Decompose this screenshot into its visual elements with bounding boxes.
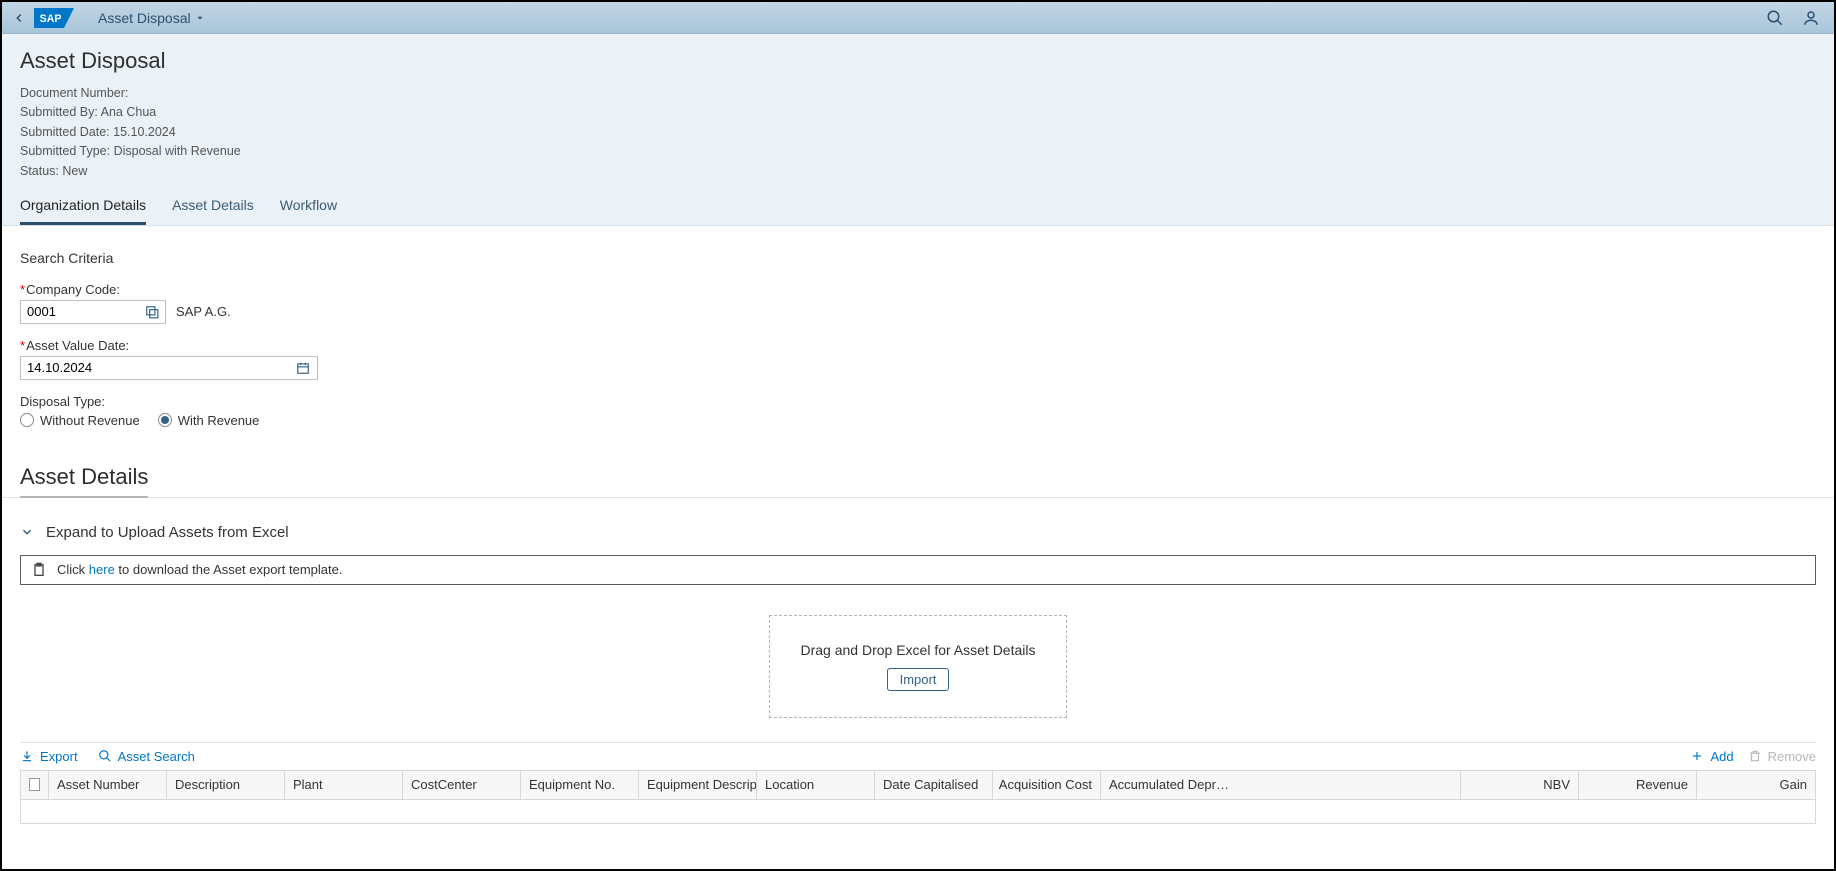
- tab-strip: Organization Details Asset Details Workf…: [20, 191, 1816, 225]
- col-asset-number[interactable]: Asset Number: [49, 771, 167, 799]
- select-all-cell[interactable]: [21, 771, 49, 799]
- col-equipment-desc[interactable]: Equipment Descript…: [639, 771, 757, 799]
- company-code-input-wrap[interactable]: [20, 300, 166, 324]
- table-toolbar: Export Asset Search Add Remove: [20, 742, 1816, 770]
- radio-dot-icon: [20, 413, 34, 427]
- col-cost-center[interactable]: CostCenter: [403, 771, 521, 799]
- asset-search-button[interactable]: Asset Search: [98, 749, 195, 764]
- company-code-desc: SAP A.G.: [176, 304, 231, 319]
- meta-submitted-by: Submitted By: Ana Chua: [20, 103, 1816, 122]
- radio-dot-icon: [158, 413, 172, 427]
- import-button[interactable]: Import: [887, 668, 950, 691]
- user-icon-button[interactable]: [1802, 9, 1820, 27]
- expand-upload-label: Expand to Upload Assets from Excel: [46, 524, 289, 541]
- asset-value-date-input-wrap[interactable]: [20, 356, 318, 380]
- plus-icon: [1690, 749, 1704, 763]
- export-button[interactable]: Export: [20, 749, 78, 764]
- search-icon: [1766, 9, 1784, 27]
- meta-submitted-type: Submitted Type: Disposal with Revenue: [20, 142, 1816, 161]
- meta-lines: Document Number: Submitted By: Ana Chua …: [20, 84, 1816, 181]
- search-icon-button[interactable]: [1766, 9, 1784, 27]
- col-nbv[interactable]: NBV: [1461, 771, 1579, 799]
- col-location[interactable]: Location: [757, 771, 875, 799]
- asset-value-date-label: *Asset Value Date:: [20, 338, 1816, 353]
- select-all-checkbox[interactable]: [29, 778, 40, 791]
- shell-left-group: SAP Asset Disposal: [8, 2, 205, 33]
- radio-with-revenue[interactable]: With Revenue: [158, 413, 260, 428]
- excel-drop-zone[interactable]: Drag and Drop Excel for Asset Details Im…: [769, 615, 1067, 718]
- shell-right-group: [1766, 9, 1828, 27]
- back-button[interactable]: [8, 7, 30, 29]
- disposal-type-radios: Without Revenue With Revenue: [20, 413, 1816, 428]
- sap-logo[interactable]: SAP: [34, 8, 74, 28]
- info-text: Click here to download the Asset export …: [57, 562, 342, 577]
- company-code-input[interactable]: [27, 304, 145, 319]
- tab-asset-details[interactable]: Asset Details: [172, 191, 254, 225]
- shell-title-dropdown[interactable]: Asset Disposal: [98, 10, 205, 26]
- add-row-button[interactable]: Add: [1690, 749, 1733, 764]
- table-header: Asset Number Description Plant CostCente…: [20, 770, 1816, 800]
- disposal-type-group: Disposal Type: Without Revenue With Reve…: [20, 394, 1816, 428]
- asset-details-heading: Asset Details: [20, 464, 148, 498]
- company-code-label: *Company Code:: [20, 282, 1816, 297]
- shell-header: SAP Asset Disposal: [2, 2, 1834, 34]
- col-accumulated-depr[interactable]: Accumulated Depr…: [1101, 771, 1461, 799]
- chevron-left-icon: [12, 11, 26, 25]
- caret-down-icon: [195, 13, 205, 23]
- calendar-icon[interactable]: [296, 360, 311, 376]
- col-description[interactable]: Description: [167, 771, 285, 799]
- svg-text:SAP: SAP: [40, 12, 62, 24]
- value-help-icon[interactable]: [145, 304, 159, 320]
- remove-row-button[interactable]: Remove: [1748, 749, 1816, 764]
- meta-submitted-date: Submitted Date: 15.10.2024: [20, 123, 1816, 142]
- col-equipment-no[interactable]: Equipment No.: [521, 771, 639, 799]
- col-date-capitalised[interactable]: Date Capitalised: [875, 771, 993, 799]
- drop-zone-wrap: Drag and Drop Excel for Asset Details Im…: [20, 615, 1816, 718]
- col-gain[interactable]: Gain: [1697, 771, 1815, 799]
- tab-organization-details[interactable]: Organization Details: [20, 191, 146, 225]
- download-template-link[interactable]: here: [89, 562, 115, 577]
- asset-details-heading-wrap: Asset Details: [20, 442, 1816, 498]
- table-body-empty: [20, 800, 1816, 824]
- drop-zone-text: Drag and Drop Excel for Asset Details: [801, 642, 1036, 658]
- chevron-down-icon: [20, 525, 34, 539]
- asset-value-date-input[interactable]: [27, 360, 296, 375]
- trash-icon: [1748, 749, 1762, 763]
- download-template-info: Click here to download the Asset export …: [20, 555, 1816, 585]
- page-subheader: Asset Disposal Document Number: Submitte…: [2, 34, 1834, 225]
- asset-details-separator: [2, 497, 1834, 498]
- meta-status: Status: New: [20, 162, 1816, 181]
- meta-doc-number: Document Number:: [20, 84, 1816, 103]
- search-icon: [98, 749, 112, 763]
- col-acquisition-cost[interactable]: Acquisition Cost: [993, 771, 1101, 799]
- expand-upload-panel[interactable]: Expand to Upload Assets from Excel: [20, 524, 1816, 541]
- tab-workflow[interactable]: Workflow: [280, 191, 337, 225]
- content-area: Search Criteria *Company Code: SAP A.G. …: [2, 226, 1834, 848]
- shell-title-text: Asset Disposal: [98, 10, 191, 26]
- download-icon: [20, 749, 34, 763]
- radio-without-revenue[interactable]: Without Revenue: [20, 413, 140, 428]
- company-code-group: *Company Code: SAP A.G.: [20, 282, 1816, 324]
- col-revenue[interactable]: Revenue: [1579, 771, 1697, 799]
- asset-value-date-group: *Asset Value Date:: [20, 338, 1816, 380]
- clipboard-icon: [31, 562, 47, 578]
- page-title: Asset Disposal: [20, 48, 1816, 74]
- user-icon: [1802, 9, 1820, 27]
- col-plant[interactable]: Plant: [285, 771, 403, 799]
- search-criteria-title: Search Criteria: [20, 250, 1816, 266]
- disposal-type-label: Disposal Type:: [20, 394, 1816, 409]
- toolbar-right: Add Remove: [1690, 749, 1816, 764]
